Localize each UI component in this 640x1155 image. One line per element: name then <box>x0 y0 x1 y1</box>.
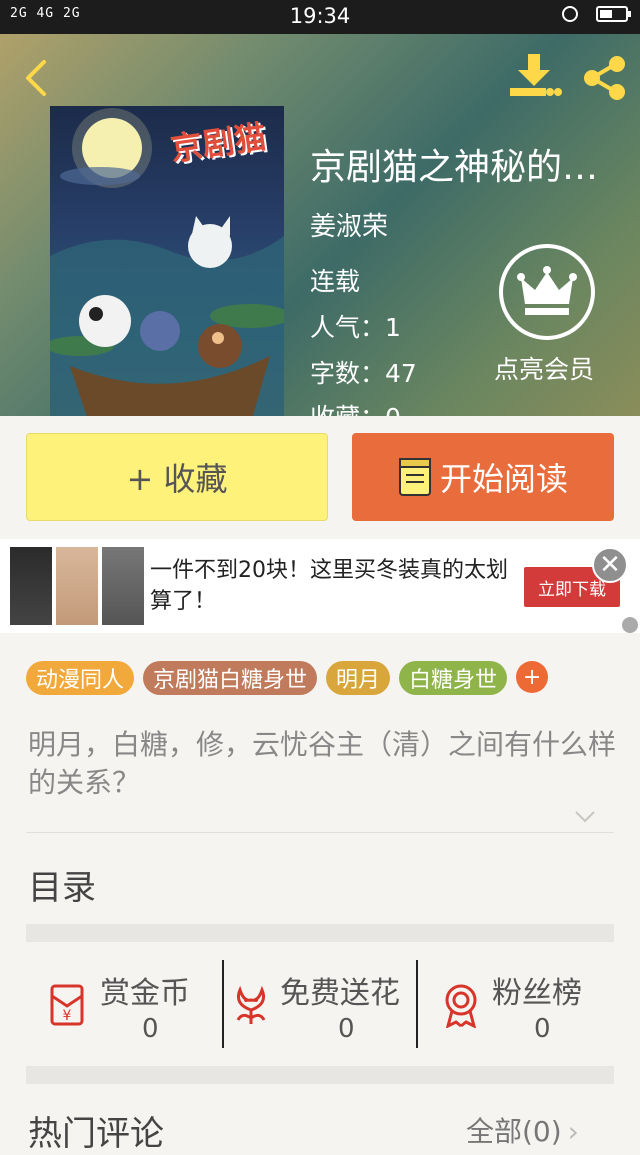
ad-product-black <box>10 547 52 625</box>
book-icon <box>398 458 431 496</box>
alarm-icon <box>562 6 578 22</box>
all-comments-label: 全部(0) <box>466 1115 562 1148</box>
book-status: 连载 <box>310 267 361 296</box>
start-reading-button[interactable]: 开始阅读 <box>352 433 614 521</box>
tag-item[interactable]: 京剧猫白糖身世 <box>143 661 318 695</box>
tag-label: 动漫同人 <box>36 668 125 693</box>
word-count-row: 字数：47 <box>310 354 417 390</box>
support-actions: ¥ 赏金币 0 免费送花 0 粉丝榜 0 <box>26 956 614 1052</box>
collect-count-value: 0 <box>385 403 401 416</box>
ad-image <box>10 547 144 625</box>
status-time: 19:34 <box>289 4 351 28</box>
hot-comments-title: 热门评论 <box>28 1114 164 1154</box>
popularity-value: 1 <box>385 313 401 342</box>
popularity-row: 人气：1 <box>310 308 401 344</box>
tag-label: 京剧猫白糖身世 <box>153 668 308 693</box>
action-count: 0 <box>142 1014 159 1044</box>
book-cover[interactable]: 京剧猫 <box>50 106 284 416</box>
ad-banner[interactable]: 一件不到20块！这里买冬装真的太划算了！ 立即下载 <box>0 539 640 633</box>
book-title: 京剧猫之神秘的… <box>310 147 599 188</box>
book-author[interactable]: 姜淑荣 <box>310 206 388 243</box>
send-flower-button[interactable]: 免费送花 0 <box>224 956 418 1052</box>
back-arrow-icon[interactable] <box>18 58 58 98</box>
favorite-label: + 收藏 <box>126 460 228 498</box>
tag-label: 白糖身世 <box>409 668 498 693</box>
close-icon: ✕ <box>599 550 621 580</box>
ad-marker-icon <box>622 617 638 633</box>
action-label: 赏金币 <box>100 976 190 1011</box>
section-separator <box>26 1066 614 1084</box>
download-icon[interactable] <box>506 52 562 102</box>
chevron-down-icon[interactable] <box>574 806 596 826</box>
book-synopsis: 明月，白糖，修，云忧谷主（清）之间有什么样的关系？ <box>28 728 617 799</box>
book-header: 京剧猫 京剧猫之神秘的… 姜淑荣 连载 人气：1 字数：47 收藏：0 点亮会员 <box>0 34 640 416</box>
tag-label: 明月 <box>336 668 381 693</box>
all-comments-link[interactable]: 全部(0) › <box>466 1110 579 1150</box>
ad-product-gray <box>102 547 144 625</box>
ad-close-button[interactable]: ✕ <box>592 547 628 583</box>
reward-coins-button[interactable]: ¥ 赏金币 0 <box>26 956 222 1052</box>
read-label: 开始阅读 <box>439 460 568 498</box>
action-count: 0 <box>534 1014 551 1044</box>
collect-count-label: 收藏： <box>310 403 385 416</box>
table-of-contents-title[interactable]: 目录 <box>28 860 96 909</box>
tag-item[interactable]: 动漫同人 <box>26 661 135 695</box>
battery-icon <box>596 6 631 22</box>
section-separator <box>26 924 614 942</box>
collect-count-row: 收藏：0 <box>310 398 401 416</box>
tag-item[interactable]: 白糖身世 <box>399 661 508 695</box>
share-icon[interactable] <box>580 54 628 102</box>
ad-product-beige <box>56 547 98 625</box>
add-to-favorites-button[interactable]: + 收藏 <box>26 433 328 521</box>
popularity-label: 人气： <box>310 313 386 342</box>
status-right-icons <box>562 6 631 22</box>
tag-item[interactable]: 明月 <box>326 661 391 695</box>
fans-ranking-button[interactable]: 粉丝榜 0 <box>418 956 614 1052</box>
red-envelope-icon: ¥ <box>50 984 84 1026</box>
word-count-label: 字数： <box>310 359 386 388</box>
vip-label: 点亮会员 <box>493 355 594 384</box>
status-bar: 2G 4G 2G 19:34 <box>0 0 640 34</box>
vip-button[interactable]: 点亮会员 <box>492 244 602 386</box>
action-count: 0 <box>338 1014 355 1044</box>
chevron-right-icon: › <box>567 1115 579 1148</box>
flower-icon <box>236 985 266 1024</box>
medal-icon <box>445 984 477 1028</box>
svg-text:¥: ¥ <box>63 1008 72 1024</box>
divider <box>26 832 614 833</box>
action-label: 粉丝榜 <box>492 976 582 1011</box>
tag-list: 动漫同人 京剧猫白糖身世 明月 白糖身世 + <box>26 661 549 695</box>
word-count-value: 47 <box>385 359 417 388</box>
add-tag-button[interactable]: + <box>516 661 549 693</box>
action-label: 免费送花 <box>280 976 400 1011</box>
crown-icon <box>499 244 595 340</box>
ad-text: 一件不到20块！这里买冬装真的太划算了！ <box>150 558 508 614</box>
